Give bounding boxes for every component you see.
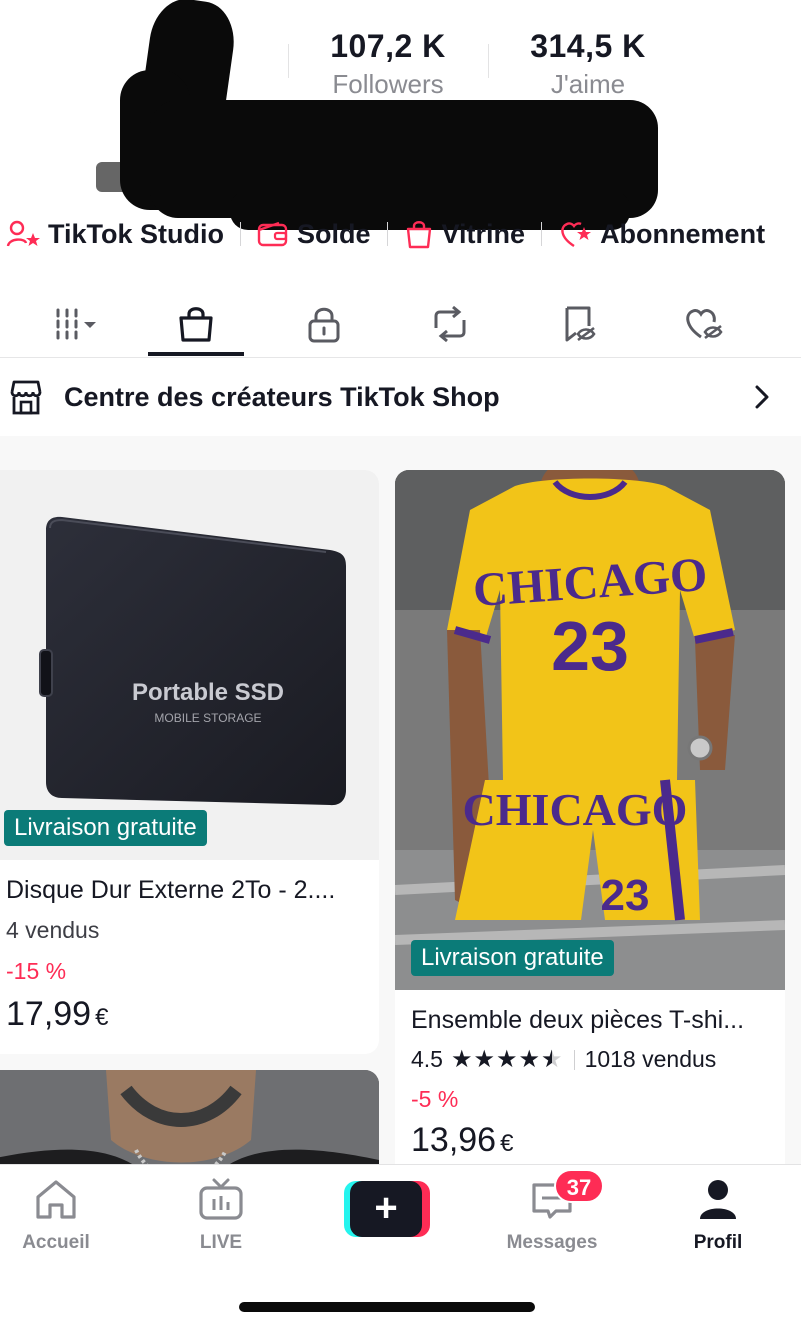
rating-divider xyxy=(573,1049,575,1070)
create-button[interactable]: + xyxy=(344,1181,430,1237)
price-currency: € xyxy=(95,1004,109,1031)
balance-link[interactable]: Solde xyxy=(257,219,371,250)
ssd-sublabel: MOBILE STORAGE xyxy=(154,711,261,725)
active-tab-indicator xyxy=(148,352,244,356)
price-value: 17,99 xyxy=(6,995,92,1033)
profile-links: TikTok Studio Solde Vitrine Abonnement xyxy=(6,214,765,254)
product-feed: Portable SSD MOBILE STORAGE Livraison gr… xyxy=(0,436,801,1164)
link-divider xyxy=(240,222,242,246)
heart-star-icon xyxy=(561,222,592,248)
subscription-link[interactable]: Abonnement xyxy=(558,219,765,250)
tab-saved[interactable] xyxy=(530,292,626,356)
messages-badge: 37 xyxy=(554,1169,604,1203)
nav-label: Profil xyxy=(693,1232,743,1253)
person-star-icon xyxy=(6,220,40,247)
lock-icon xyxy=(308,307,340,343)
star-rating-icon: ★★★★★★ xyxy=(450,1046,564,1073)
product-sold-count: 4 vendus xyxy=(6,917,100,943)
tiktok-studio-link[interactable]: TikTok Studio xyxy=(6,219,224,250)
stat-followers[interactable]: 107,2 K Followers xyxy=(288,28,488,100)
link-label: Vitrine xyxy=(441,218,526,249)
shopping-bag-icon xyxy=(406,221,431,249)
showcase-link[interactable]: Vitrine xyxy=(404,218,526,250)
nav-label: Accueil xyxy=(22,1232,90,1253)
price-value: 13,96 xyxy=(411,1121,497,1159)
home-icon xyxy=(36,1180,76,1219)
link-label: TikTok Studio xyxy=(48,218,225,249)
nav-label: Messages xyxy=(506,1232,598,1253)
link-label: Solde xyxy=(297,218,371,249)
product-sold-count: 1018 vendus xyxy=(584,1046,717,1072)
jersey-number: 23 xyxy=(551,607,629,685)
stat-label: Followers xyxy=(332,69,444,99)
free-shipping-badge: Livraison gratuite xyxy=(4,810,207,846)
product-title: Ensemble deux pièces T-shi... xyxy=(411,1006,745,1034)
product-price: 13,96 € xyxy=(411,1121,765,1160)
tab-private[interactable] xyxy=(276,292,372,356)
free-shipping-badge: Livraison gratuite xyxy=(411,940,614,976)
grid-icon xyxy=(56,308,96,340)
shopping-bag-icon xyxy=(179,307,213,342)
product-discount: -15 % xyxy=(6,958,67,984)
creator-center-row[interactable]: Centre des créateurs TikTok Shop xyxy=(0,358,801,436)
plus-icon: + xyxy=(350,1181,422,1237)
product-card[interactable] xyxy=(0,1070,379,1164)
product-rating-row: 4.5 ★★★★★★ 1018 vendus xyxy=(411,1045,765,1074)
stat-label: J'aime xyxy=(550,69,626,99)
link-divider xyxy=(541,222,543,246)
product-title: Disque Dur Externe 2To - 2.... xyxy=(6,876,336,904)
tab-grid[interactable] xyxy=(20,292,120,356)
home-indicator[interactable] xyxy=(239,1302,535,1312)
jersey-illustration: CHICAGO 23 CHICAGO 23 xyxy=(395,470,785,990)
repost-icon xyxy=(434,305,466,343)
nav-profile[interactable]: Profil xyxy=(658,1177,778,1254)
store-icon xyxy=(10,380,42,415)
nav-home[interactable]: Accueil xyxy=(0,1177,116,1254)
link-divider xyxy=(386,222,388,246)
price-currency: € xyxy=(500,1130,514,1157)
stat-value: 107,2 K xyxy=(330,28,446,64)
product-image xyxy=(0,1070,379,1164)
product-image: Portable SSD MOBILE STORAGE xyxy=(0,470,379,860)
tab-reposts[interactable] xyxy=(402,292,498,356)
jersey-text-bottom: CHICAGO xyxy=(463,784,688,835)
chevron-right-icon xyxy=(755,385,769,409)
profile-icon xyxy=(700,1180,736,1219)
link-label: Abonnement xyxy=(600,218,766,249)
ssd-label: Portable SSD xyxy=(132,679,284,706)
product-discount: -5 % xyxy=(411,1086,459,1112)
jersey-number-shorts: 23 xyxy=(601,871,650,920)
bookmark-hidden-icon xyxy=(565,306,596,342)
product-card[interactable]: CHICAGO 23 CHICAGO 23 Livraison gratuite… xyxy=(395,470,785,1164)
model-illustration xyxy=(0,1070,379,1164)
stat-likes[interactable]: 314,5 K J'aime xyxy=(488,28,688,100)
heart-hidden-icon xyxy=(686,309,723,340)
tab-shop[interactable] xyxy=(148,292,244,356)
product-info: Disque Dur Externe 2To - 2.... 4 vendus … xyxy=(0,876,379,1034)
tv-icon xyxy=(199,1178,243,1220)
nav-live[interactable]: LIVE xyxy=(161,1177,281,1254)
nav-label: LIVE xyxy=(199,1232,243,1253)
product-info: Ensemble deux pièces T-shi... 4.5 ★★★★★★… xyxy=(395,1006,785,1160)
product-card[interactable]: Portable SSD MOBILE STORAGE Livraison gr… xyxy=(0,470,379,1054)
profile-tabs xyxy=(0,292,801,358)
stat-value: 314,5 K xyxy=(530,28,646,64)
tab-liked[interactable] xyxy=(656,292,752,356)
ssd-illustration: Portable SSD MOBILE STORAGE xyxy=(39,516,346,806)
wallet-icon xyxy=(257,221,288,247)
rating-value: 4.5 xyxy=(411,1046,443,1072)
product-image: CHICAGO 23 CHICAGO 23 xyxy=(395,470,785,990)
creator-center-label: Centre des créateurs TikTok Shop xyxy=(64,381,500,412)
product-price: 17,99 € xyxy=(6,995,359,1034)
